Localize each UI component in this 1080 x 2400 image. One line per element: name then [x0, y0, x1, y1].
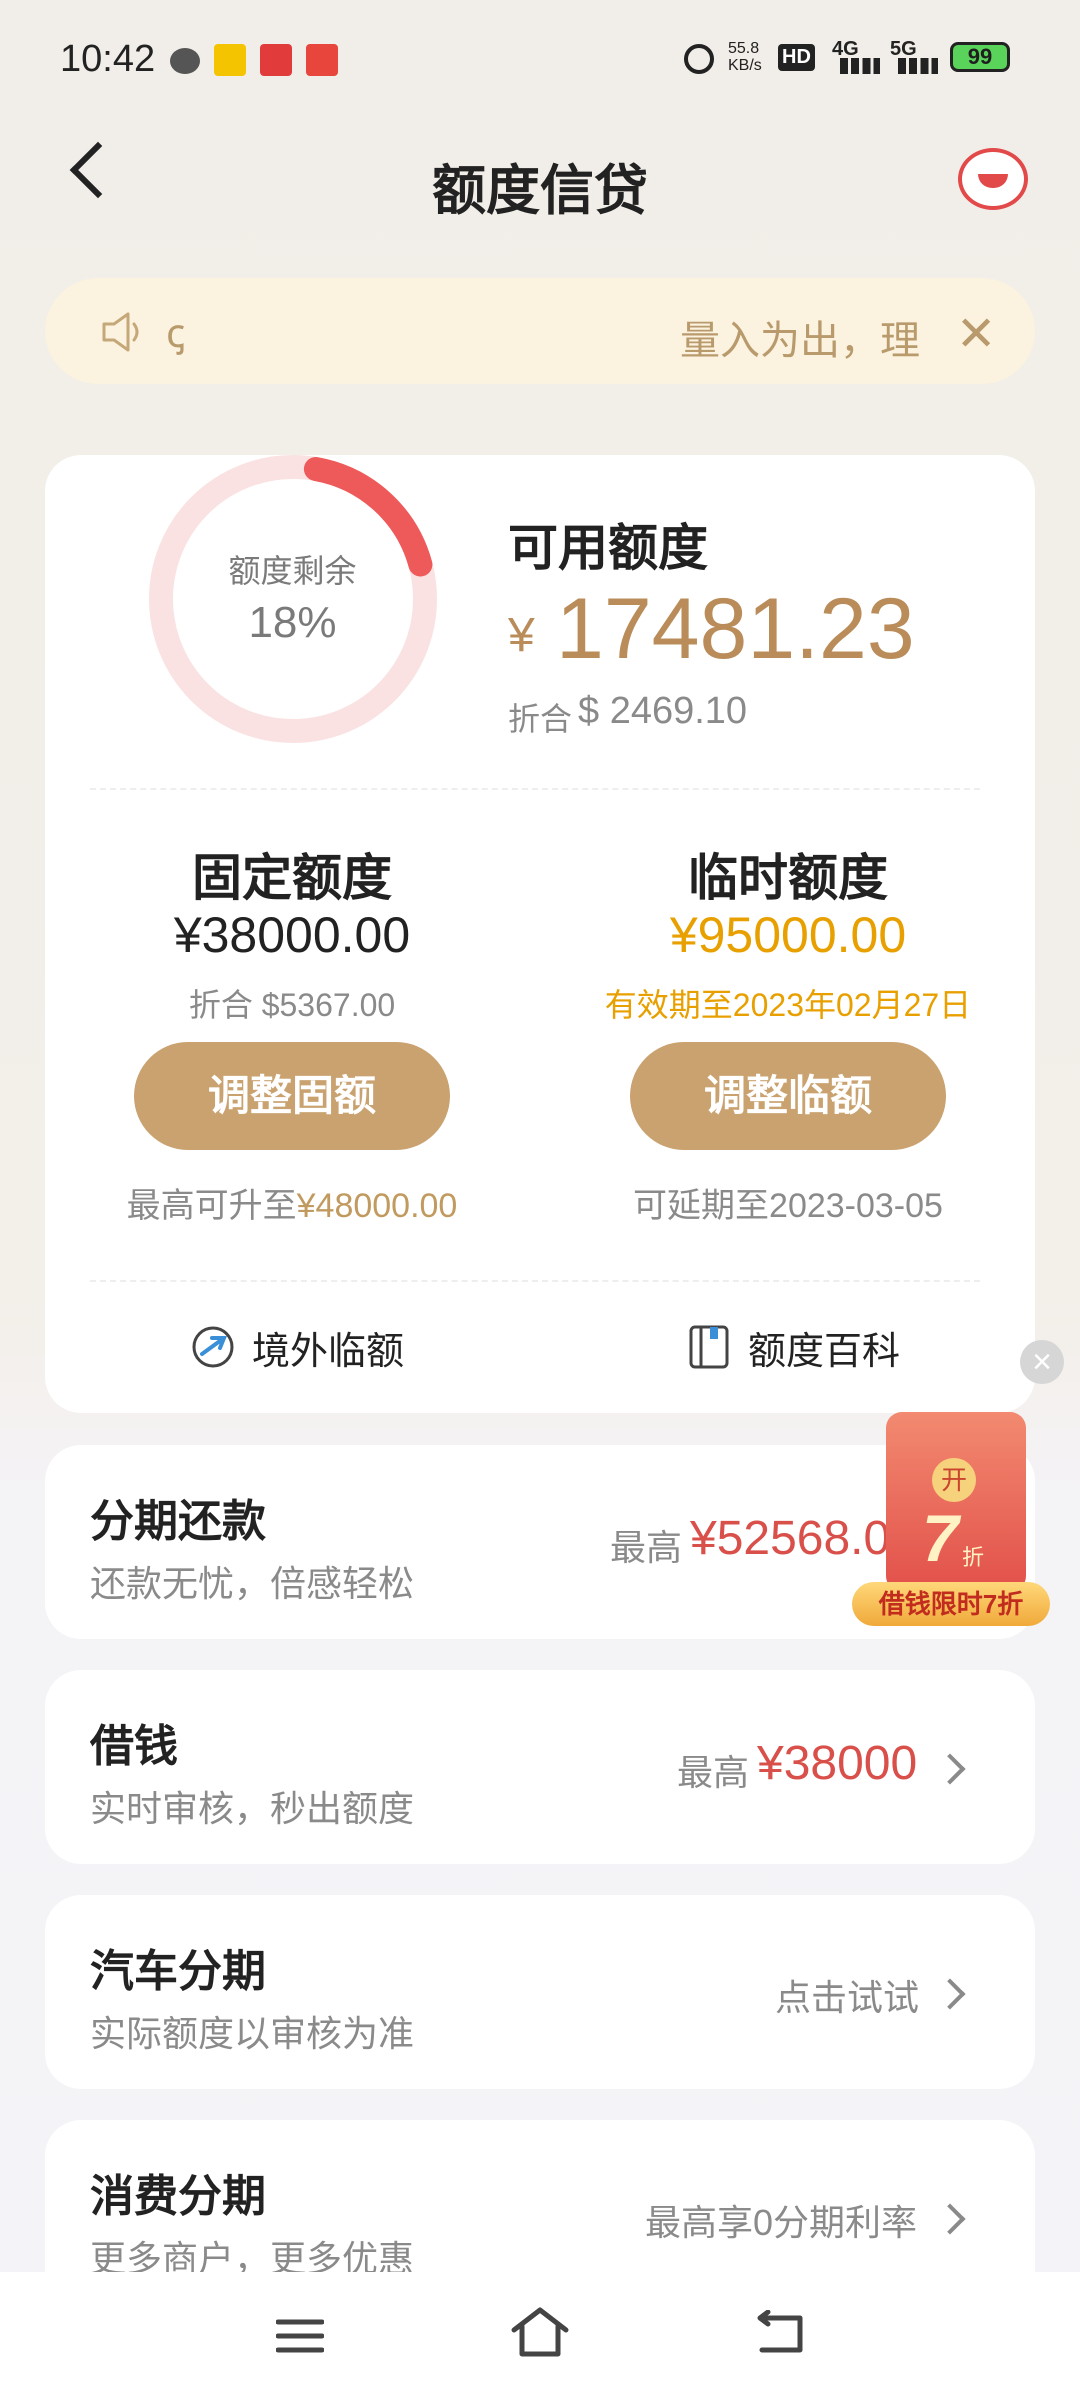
quick-link-label: 境外临额 — [252, 1331, 405, 1373]
divider — [90, 1280, 980, 1282]
approx-value: $ 2469.10 — [578, 690, 748, 732]
menu-icon[interactable] — [276, 2318, 324, 2354]
meituan-icon — [214, 44, 246, 76]
status-time: 10:42 — [60, 38, 156, 80]
fixed-note-value: ¥48000.00 — [296, 1187, 458, 1225]
home-icon[interactable] — [510, 2306, 570, 2358]
list-item-right-prefix: 最高 — [610, 1527, 683, 1568]
promo-open-badge: 开 — [932, 1458, 976, 1502]
temp-quota-validity: 有效期至2023年02月27日 — [604, 987, 972, 1023]
list-item-right-text: 点击试试 — [775, 1977, 920, 2018]
promo-close-button[interactable]: × — [1020, 1340, 1064, 1384]
status-bar: 10:42 55.8 KB/s HD 4G 5G 99 — [0, 0, 1080, 120]
close-icon[interactable]: ✕ — [956, 306, 996, 362]
ring-percent: 18% — [248, 598, 337, 647]
fixed-quota-amount: ¥38000.00 — [173, 907, 411, 963]
hd-badge: HD — [778, 44, 815, 71]
list-item-right-value: ¥52568.0 — [690, 1512, 891, 1565]
promo-number: 7 — [922, 1501, 959, 1575]
fixed-note-prefix: 最高可升至 — [126, 1187, 297, 1225]
divider — [90, 788, 980, 790]
list-item-subtitle: 还款无忧，倍感轻松 — [90, 1563, 415, 1604]
notice-text: 量入为出，理 — [680, 319, 920, 363]
available-currency: ¥ — [508, 609, 535, 662]
promo-unit: 折 — [962, 1545, 985, 1570]
approx-label: 折合 — [508, 701, 573, 737]
list-item-title: 借钱 — [90, 1722, 178, 1771]
list-item-car-installment[interactable]: 汽车分期 实际额度以审核为准 点击试试 — [45, 1895, 1035, 2089]
chevron-right-icon — [934, 1978, 966, 2010]
chevron-right-icon — [934, 1753, 966, 1785]
available-amount: 17481.23 — [556, 581, 915, 677]
adjust-temp-button[interactable]: 调整临额 — [630, 1042, 946, 1150]
plane-icon — [192, 1326, 234, 1368]
list-item-title: 分期还款 — [90, 1497, 266, 1546]
speaker-icon — [102, 312, 139, 352]
adjust-fixed-button[interactable]: 调整固额 — [134, 1042, 450, 1150]
signal-bars-1-icon — [840, 58, 880, 74]
net-speed: 55.8 KB/s — [728, 40, 762, 74]
wechat-icon — [170, 48, 200, 74]
signal-bars-2-icon — [898, 58, 938, 74]
nav-back-icon[interactable] — [752, 2310, 808, 2356]
quick-link-label: 额度百科 — [748, 1331, 901, 1373]
ring-label: 额度剩余 — [228, 553, 357, 589]
net-speed-value: 55.8 — [728, 40, 760, 57]
list-item-right-prefix: 最高 — [677, 1752, 750, 1793]
alarm-icon — [684, 44, 714, 74]
notice-left-text: ꞔ — [166, 312, 186, 356]
available-label: 可用额度 — [508, 520, 708, 576]
page-title: 额度信贷 — [432, 161, 648, 221]
temp-quota-amount: ¥95000.00 — [669, 907, 907, 963]
list-item-right-value: ¥38000 — [757, 1737, 918, 1790]
book-icon — [689, 1325, 729, 1369]
temp-quota-title: 临时额度 — [688, 850, 888, 906]
list-item-title: 消费分期 — [90, 2172, 266, 2221]
fixed-quota-title: 固定额度 — [192, 850, 392, 906]
list-item-right-text: 最高享0分期利率 — [645, 2202, 918, 2243]
fixed-quota-sub: 折合 $5367.00 — [188, 987, 396, 1023]
list-item-subtitle: 实时审核，秒出额度 — [90, 1788, 415, 1829]
taote-icon — [306, 44, 338, 76]
promo-banner[interactable]: 借钱限时7折 — [852, 1582, 1050, 1626]
net-speed-unit: KB/s — [728, 57, 762, 74]
list-item-title: 汽车分期 — [90, 1947, 266, 1996]
app-icon — [260, 44, 292, 76]
battery-indicator: 99 — [950, 42, 1010, 72]
temp-quota-note: 可延期至2023-03-05 — [633, 1187, 943, 1225]
chevron-right-icon — [934, 2203, 966, 2235]
fixed-quota-note: 最高可升至¥48000.00 — [67, 1178, 517, 1227]
mascot-icon[interactable] — [958, 148, 1028, 210]
list-item-subtitle: 实际额度以审核为准 — [90, 2013, 415, 2054]
list-item-borrow[interactable]: 借钱 实时审核，秒出额度 最高 ¥38000 — [45, 1670, 1035, 1864]
